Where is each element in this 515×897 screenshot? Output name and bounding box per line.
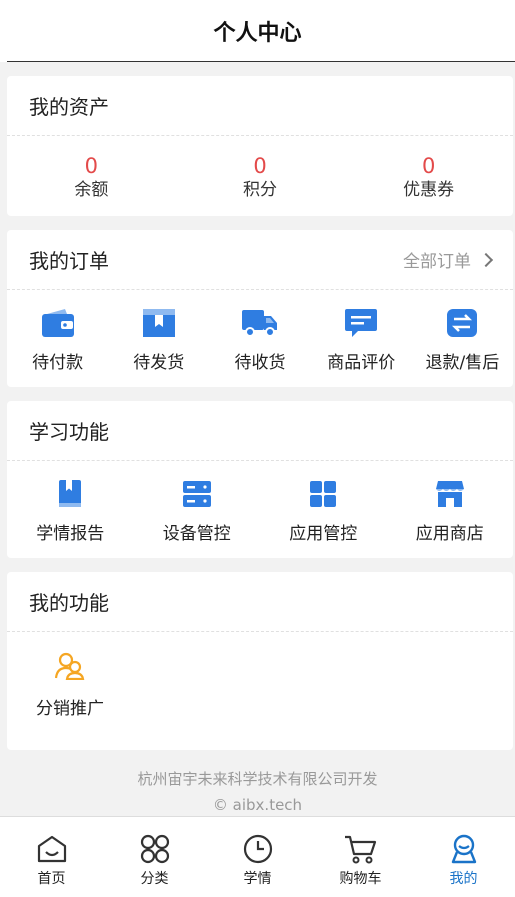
tab-label: 首页 <box>37 871 66 887</box>
study-label: 学情报告 <box>36 524 105 544</box>
all-orders-link[interactable]: 全部订单 <box>403 247 494 272</box>
cart-icon <box>344 835 376 864</box>
order-label: 待收货 <box>234 353 286 373</box>
study-grid: 学情报告 设备管控 应用管控 应用商店 <box>7 461 513 558</box>
tab-home[interactable]: 首页 <box>0 817 103 897</box>
store-icon <box>435 481 464 507</box>
tab-mine[interactable]: 我的 <box>412 817 515 897</box>
footer: 杭州宙宇未来科学技术有限公司开发 © aibx.tech <box>0 766 515 818</box>
my-functions-grid: 分销推广 <box>7 632 513 750</box>
page-title: 个人中心 <box>213 21 302 46</box>
orders-card: 我的订单 全部订单 待付款 待发货 待收货 商品评价 退款/售后 <box>7 230 513 387</box>
asset-label: 余额 <box>74 180 109 200</box>
assets-header: 我的资产 <box>7 76 513 136</box>
asset-value: 0 <box>253 154 267 178</box>
tab-label: 购物车 <box>339 871 382 887</box>
clock-icon <box>243 834 272 864</box>
footer-site: © aibx.tech <box>212 796 303 814</box>
tab-label: 我的 <box>449 871 478 887</box>
orders-header: 我的订单 全部订单 <box>7 230 513 290</box>
order-pending-receipt[interactable]: 待收货 <box>209 290 310 373</box>
all-orders-label: 全部订单 <box>403 252 471 272</box>
study-label: 应用商店 <box>415 524 484 544</box>
exchange-icon <box>447 309 478 337</box>
tab-category[interactable]: 分类 <box>103 817 206 897</box>
report-book-icon <box>59 480 82 507</box>
order-pending-payment[interactable]: 待付款 <box>7 290 108 373</box>
asset-value: 0 <box>84 154 99 178</box>
users-icon <box>55 652 85 680</box>
asset-label: 积分 <box>243 180 277 200</box>
order-review[interactable]: 商品评价 <box>311 290 412 373</box>
wallet-icon <box>41 309 74 337</box>
app-grid-icon <box>310 481 337 507</box>
distribution-promotion[interactable]: 分销推广 <box>7 632 133 719</box>
my-functions-title: 我的功能 <box>29 591 109 615</box>
study-report[interactable]: 学情报告 <box>7 461 134 544</box>
comment-icon <box>345 309 378 337</box>
bottom-tab-bar: 首页 分类 学情 购物车 我的 <box>0 816 515 897</box>
orders-grid: 待付款 待发货 待收货 商品评价 退款/售后 <box>7 290 513 387</box>
order-pending-shipment[interactable]: 待发货 <box>108 290 209 373</box>
asset-coupons[interactable]: 0 优惠券 <box>344 136 513 216</box>
order-label: 退款/售后 <box>425 353 500 373</box>
tab-label: 分类 <box>140 871 169 887</box>
study-card: 学习功能 学情报告 设备管控 应用管控 应用商店 <box>7 401 513 558</box>
package-icon <box>142 309 175 337</box>
order-label: 商品评价 <box>327 353 396 373</box>
truck-icon <box>242 310 277 337</box>
asset-value: 0 <box>421 154 436 178</box>
device-control[interactable]: 设备管控 <box>134 461 261 544</box>
chevron-right-icon <box>478 252 494 267</box>
footer-company: 杭州宙宇未来科学技术有限公司开发 <box>137 770 378 788</box>
study-header: 学习功能 <box>7 401 513 461</box>
study-label: 应用管控 <box>289 524 358 544</box>
my-functions-card: 我的功能 分销推广 <box>7 572 513 750</box>
assets-title: 我的资产 <box>29 95 109 119</box>
app-control[interactable]: 应用管控 <box>260 461 387 544</box>
category-icon <box>140 834 169 864</box>
asset-points[interactable]: 0 积分 <box>176 136 345 216</box>
server-icon <box>182 481 211 507</box>
my-functions-header: 我的功能 <box>7 572 513 632</box>
order-label: 待发货 <box>133 353 185 373</box>
header-divider <box>7 61 515 62</box>
assets-card: 我的资产 0 余额 0 积分 0 优惠券 <box>7 76 513 216</box>
tab-study[interactable]: 学情 <box>206 817 309 897</box>
order-label: 待付款 <box>32 353 84 373</box>
asset-label: 优惠券 <box>403 180 455 200</box>
asset-balance[interactable]: 0 余额 <box>7 136 176 216</box>
function-label: 分销推广 <box>36 699 104 719</box>
study-title: 学习功能 <box>29 420 109 444</box>
tab-label: 学情 <box>243 871 272 887</box>
tab-cart[interactable]: 购物车 <box>309 817 412 897</box>
home-icon <box>37 835 66 863</box>
page-content: 我的资产 0 余额 0 积分 0 优惠券 我的订单 全部订单 待付款 待发货 待… <box>0 62 515 818</box>
assets-row: 0 余额 0 积分 0 优惠券 <box>7 136 513 216</box>
order-refund[interactable]: 退款/售后 <box>412 290 513 373</box>
page-header: 个人中心 <box>0 0 515 62</box>
profile-icon <box>451 834 476 864</box>
study-label: 设备管控 <box>162 524 231 544</box>
orders-title: 我的订单 <box>29 249 109 273</box>
app-store[interactable]: 应用商店 <box>387 461 514 544</box>
